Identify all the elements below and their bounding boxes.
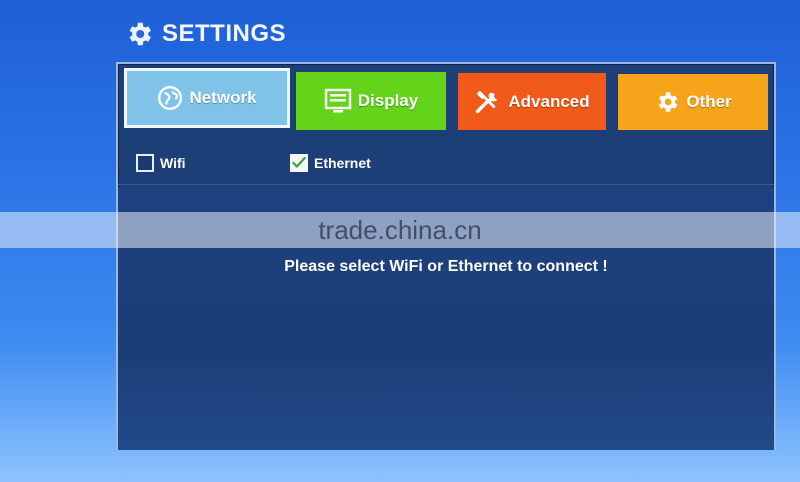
watermark-text: trade.china.cn bbox=[318, 214, 482, 245]
tab-advanced[interactable]: Advanced bbox=[458, 73, 606, 130]
connect-message: Please select WiFi or Ethernet to connec… bbox=[284, 258, 608, 275]
page-title: SETTINGS bbox=[162, 20, 287, 47]
tab-network[interactable]: Network bbox=[124, 68, 290, 128]
display-icon bbox=[324, 88, 351, 113]
settings-panel: Network Display Advanced Other Wifi Ethe… bbox=[116, 62, 776, 450]
tab-other-label: Other bbox=[686, 92, 732, 111]
tab-network-label: Network bbox=[189, 88, 257, 107]
ethernet-checkbox[interactable] bbox=[290, 154, 308, 172]
tab-other[interactable]: Other bbox=[618, 74, 768, 130]
connection-options: Wifi Ethernet bbox=[118, 146, 774, 185]
wifi-option[interactable]: Wifi bbox=[136, 154, 186, 172]
tab-advanced-label: Advanced bbox=[508, 91, 590, 111]
wifi-label: Wifi bbox=[160, 155, 186, 171]
gear-icon bbox=[659, 92, 678, 112]
ethernet-option[interactable]: Ethernet bbox=[290, 154, 371, 172]
gear-icon bbox=[129, 22, 151, 46]
checkmark-icon bbox=[292, 156, 306, 168]
ethernet-label: Ethernet bbox=[314, 155, 371, 171]
tab-display-label: Display bbox=[357, 91, 419, 110]
tab-display[interactable]: Display bbox=[296, 72, 446, 130]
tab-bar: Network Display Advanced Other bbox=[118, 64, 774, 140]
globe-icon bbox=[158, 85, 183, 111]
wifi-checkbox[interactable] bbox=[136, 154, 154, 172]
watermark-banner: trade.china.cn bbox=[0, 212, 800, 248]
settings-header: SETTINGS bbox=[124, 16, 286, 52]
tools-icon bbox=[476, 90, 498, 113]
